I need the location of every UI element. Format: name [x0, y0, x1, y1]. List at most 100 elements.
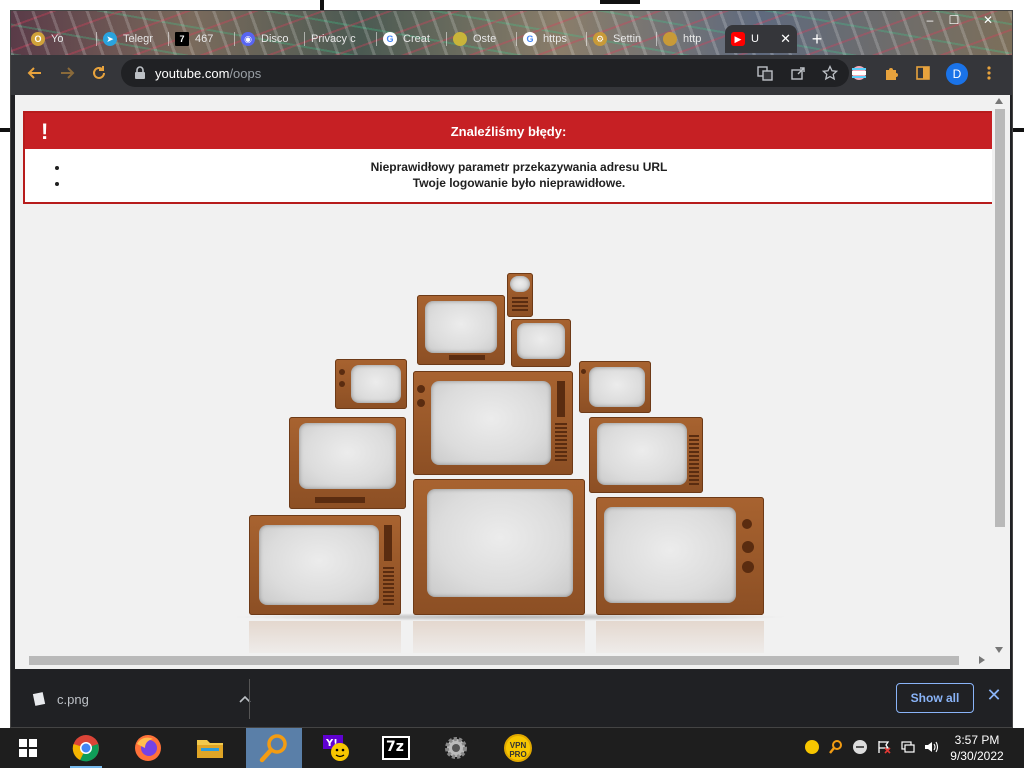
tab-6[interactable]: G Creat — [377, 25, 447, 53]
url-host: youtube.com — [155, 66, 230, 81]
tab-3[interactable]: 7 467 — [169, 25, 235, 53]
horizontal-scroll-thumb[interactable] — [29, 656, 959, 665]
taskbar-yahoo-messenger[interactable]: Y! — [312, 728, 360, 768]
youtube-icon: ▶ — [731, 32, 745, 46]
volume-icon[interactable] — [922, 738, 940, 756]
taskbar-search-app[interactable] — [246, 728, 302, 768]
share-icon[interactable] — [786, 61, 810, 85]
download-separator — [249, 679, 250, 719]
wallpaper-stroke — [600, 0, 640, 4]
download-filename: c.png — [57, 691, 89, 707]
error-list: Nieprawidłowy parametr przekazywania adr… — [69, 159, 969, 191]
gear-icon: ⚙ — [593, 32, 607, 46]
tv-set — [413, 371, 573, 475]
scroll-down-arrow-icon[interactable] — [995, 647, 1003, 653]
extensions-puzzle-icon[interactable] — [879, 61, 903, 85]
tv-set — [249, 515, 401, 615]
search-tray-icon[interactable] — [827, 738, 845, 756]
side-panel-icon[interactable] — [911, 61, 935, 85]
tab-7[interactable]: Oste — [447, 25, 517, 53]
wallpaper-stroke — [0, 128, 10, 132]
tab-10[interactable]: http — [657, 25, 725, 53]
site-icon — [453, 32, 467, 46]
page-viewport: ! Znaleźliśmy błędy: Nieprawidłowy param… — [15, 95, 1010, 669]
tab-4[interactable]: ◉ Disco — [235, 25, 305, 53]
url-path: /oops — [229, 66, 262, 81]
scroll-up-arrow-icon[interactable] — [995, 98, 1003, 104]
error-box: ! Znaleźliśmy błędy: Nieprawidłowy param… — [23, 111, 994, 204]
taskbar-7zip[interactable]: 7z — [372, 728, 420, 768]
start-button[interactable] — [4, 728, 52, 768]
tv-set — [507, 273, 533, 317]
tab-label: Telegr — [123, 33, 153, 45]
tv-set — [413, 479, 585, 615]
opera-icon: O — [31, 32, 45, 46]
taskbar-chrome[interactable] — [62, 728, 110, 768]
folder-icon — [197, 740, 223, 758]
telegram-icon: ➤ — [103, 32, 117, 46]
taskbar-vpn-pro[interactable]: VPN PRO — [494, 728, 542, 768]
clock-date: 9/30/2022 — [950, 749, 1004, 763]
image-file-icon — [32, 692, 46, 706]
close-window-button[interactable]: ✕ — [973, 11, 1003, 29]
maximize-button[interactable]: ☐ — [939, 11, 969, 29]
close-downloads-button[interactable]: ✕ — [984, 685, 1004, 707]
scroll-right-arrow-icon[interactable] — [979, 656, 985, 664]
lock-icon — [135, 66, 145, 79]
reload-button[interactable] — [87, 61, 111, 85]
windows-logo-icon — [19, 739, 37, 757]
vertical-scroll-thumb[interactable] — [995, 109, 1005, 527]
chrome-icon — [72, 735, 99, 762]
tab-label: U — [751, 33, 759, 45]
flag-tray-icon[interactable] — [875, 738, 893, 756]
download-bar: c.png Show all ✕ — [11, 669, 1012, 727]
emoji-tray-icon[interactable] — [803, 738, 821, 756]
menu-kebab-icon[interactable] — [977, 61, 1001, 85]
flag-extension-icon[interactable] — [847, 61, 871, 85]
error-item: Nieprawidłowy parametr przekazywania adr… — [69, 159, 969, 175]
tv-set — [511, 319, 571, 367]
tab-label: Oste — [473, 33, 497, 45]
error-item: Twoje logowanie było nieprawidłowe. — [69, 175, 969, 191]
tab-5[interactable]: Privacy c — [305, 25, 377, 53]
tab-2[interactable]: ➤ Telegr — [97, 25, 169, 53]
forward-button[interactable] — [55, 61, 79, 85]
browser-toolbar: youtube.com/oops D — [11, 55, 1012, 91]
tab-9[interactable]: ⚙ Settin — [587, 25, 657, 53]
taskbar-settings-app[interactable] — [432, 728, 480, 768]
new-tab-button[interactable]: + — [807, 30, 827, 50]
vertical-scrollbar[interactable] — [992, 95, 1006, 669]
wallpaper-stroke — [1013, 128, 1024, 132]
taskbar-file-explorer[interactable] — [186, 728, 234, 768]
site-icon — [663, 32, 677, 46]
tab-label: Settin — [613, 33, 642, 45]
tab-label: Yo — [51, 33, 64, 45]
google-icon: G — [523, 32, 537, 46]
tab-active-youtube[interactable]: ▶ U ✕ — [725, 25, 797, 53]
taskbar-firefox[interactable] — [124, 728, 172, 768]
tv-set — [579, 361, 651, 413]
tv-set — [596, 497, 764, 615]
minus-tray-icon[interactable] — [851, 738, 869, 756]
system-clock[interactable]: 3:57 PM 9/30/2022 — [942, 732, 1012, 764]
back-button[interactable] — [23, 61, 47, 85]
tab-label: 467 — [195, 33, 214, 45]
tab-label: https — [543, 33, 567, 45]
download-item[interactable]: c.png — [31, 686, 251, 712]
error-title: Znaleźliśmy błędy: — [450, 124, 567, 139]
network-icon[interactable] — [899, 738, 917, 756]
horizontal-scrollbar[interactable] — [15, 653, 992, 667]
clock-time: 3:57 PM — [954, 733, 1000, 747]
show-all-button[interactable]: Show all — [896, 683, 974, 713]
tab-8[interactable]: G https — [517, 25, 587, 53]
tab-close-icon[interactable]: ✕ — [780, 31, 791, 47]
star-icon[interactable] — [818, 61, 842, 85]
tv-set — [589, 417, 703, 493]
firefox-icon — [135, 735, 161, 761]
tab-label: Creat — [403, 33, 430, 45]
tab-label: Disco — [261, 33, 289, 45]
tab-1[interactable]: O Yo — [25, 25, 97, 53]
address-bar[interactable]: youtube.com/oops — [121, 59, 849, 87]
profile-avatar[interactable]: D — [946, 63, 968, 85]
translate-icon[interactable] — [753, 61, 777, 85]
